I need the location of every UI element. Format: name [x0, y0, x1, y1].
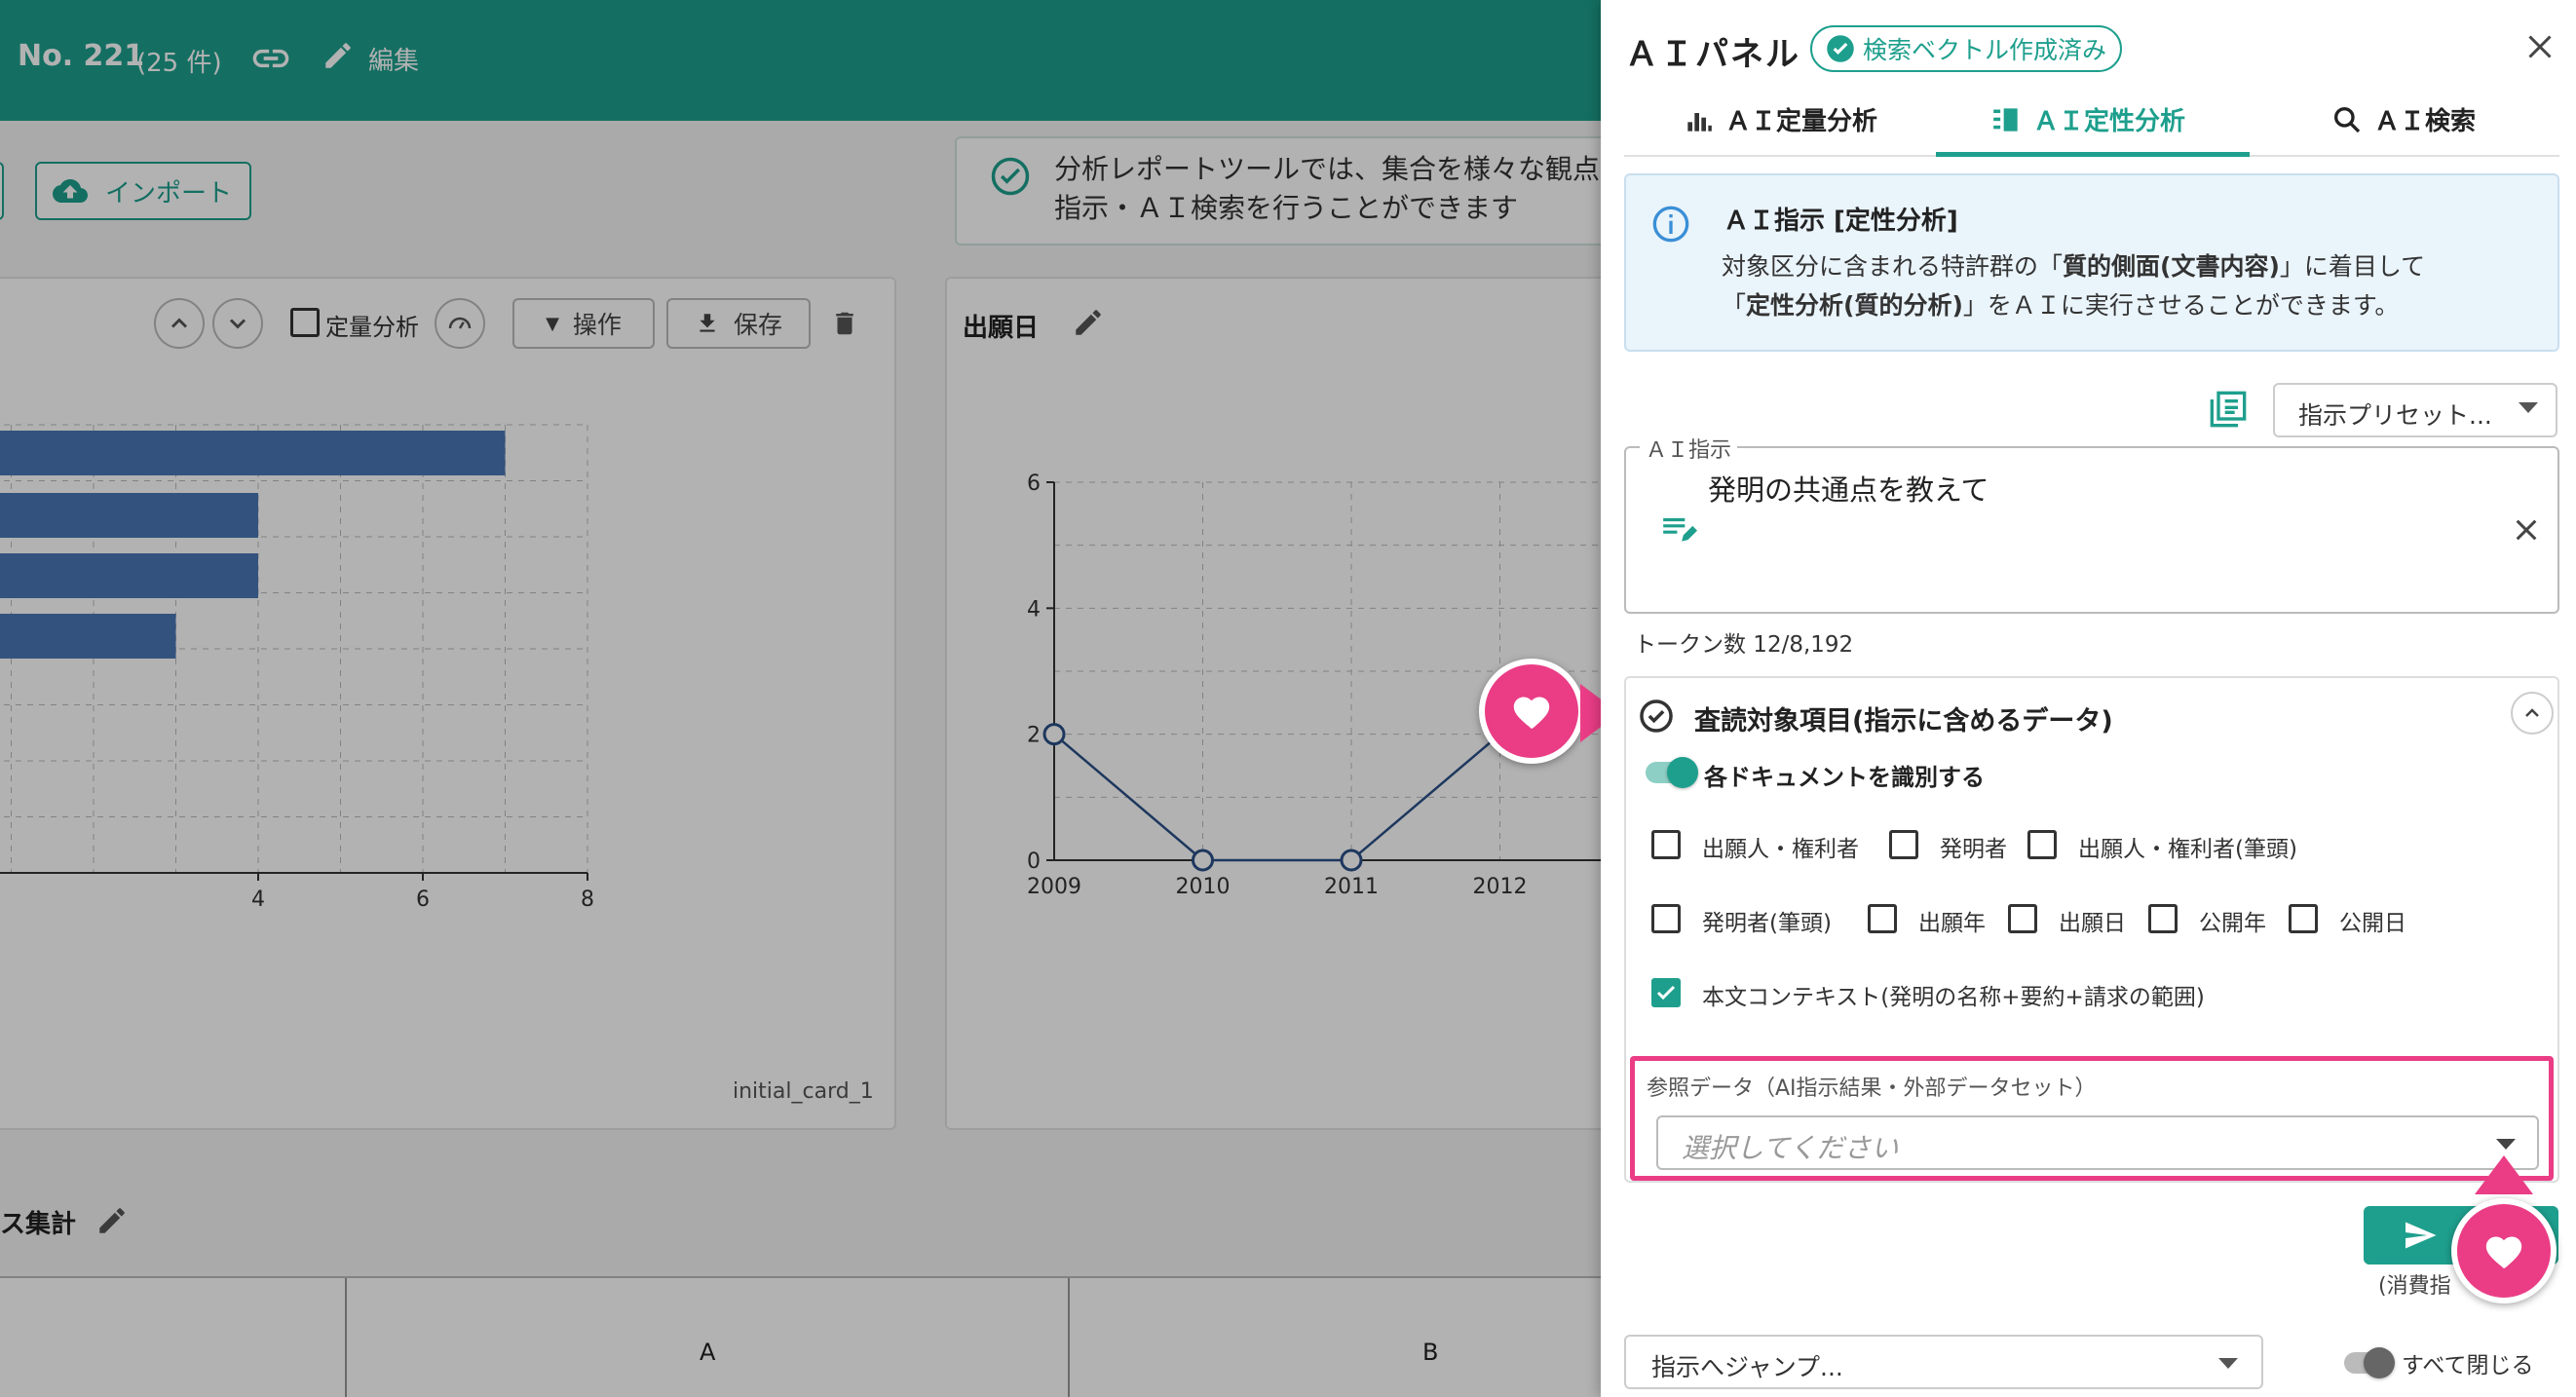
identify-toggle[interactable] [1646, 757, 1698, 788]
ref-data-legend: 参照データ（AI指示結果・外部データセット） [1647, 1076, 2097, 1101]
checkbox-first-applicant[interactable] [2027, 830, 2057, 859]
ai-panel: ＡＩパネル 検索ベクトル作成済み ＡＩ定量分析 ＡＩ定性分析 ＡＩ検索 ＡＩ指示… [1601, 0, 2576, 1397]
checkbox-label: 出願日 [2059, 911, 2126, 936]
checkbox-label: 本文コンテキスト(発明の名称+要約+請求の範囲) [1702, 985, 2205, 1010]
checkbox-filing-date[interactable] [2008, 904, 2037, 933]
tab-label: ＡＩ定量分析 [1725, 107, 1878, 136]
checkbox-inventor[interactable] [1889, 830, 1918, 859]
checkbox-label: 発明者(筆頭) [1702, 911, 1832, 936]
instruction-field[interactable]: ＡＩ指示 発明の共通点を教えて [1624, 433, 2559, 614]
info-line-2: 「定性分析(質的分析)」をＡＩに実行させることができます。 [1722, 291, 2400, 320]
info-box: ＡＩ指示 [定性分析] 対象区分に含まれる特許群の「質的側面(文書内容)」に着目… [1624, 173, 2559, 352]
review-title: 査読対象項目(指示に含めるデータ) [1694, 706, 2113, 736]
ref-data-select[interactable]: 選択してください [1656, 1115, 2539, 1170]
tab-quantitative[interactable]: ＡＩ定量分析 [1685, 101, 1877, 137]
jump-dropdown[interactable]: 指示へジャンプ... [1624, 1335, 2263, 1389]
ref-data-placeholder: 選択してください [1682, 1132, 1899, 1164]
info-line-1: 対象区分に含まれる特許群の「質的側面(文書内容)」に着目して [1722, 252, 2426, 281]
info-title: ＡＩ指示 [定性分析] [1724, 207, 1958, 236]
caret-down-icon [2519, 402, 2538, 413]
checkbox-label: 公開日 [2339, 911, 2406, 936]
preset-dropdown[interactable]: 指示プリセット... [2273, 383, 2557, 437]
badge-label: 検索ベクトル作成済み [1863, 36, 2107, 64]
checkbox-label: 出願人・権利者(筆頭) [2078, 837, 2297, 862]
jump-label: 指示へジャンプ... [1651, 1353, 1843, 1381]
consume-label: (消費指 [2378, 1274, 2451, 1299]
panel-title: ＡＩパネル [1625, 35, 1800, 74]
heart-marker-icon [1479, 659, 1584, 764]
review-items-panel: 査読対象項目(指示に含めるデータ) 各ドキュメントを識別する 出願人・権利者 発… [1624, 676, 2559, 1183]
checkbox-first-inventor[interactable] [1651, 904, 1681, 933]
close-all-label: すべて閉じる [2402, 1353, 2534, 1378]
tab-search[interactable]: ＡＩ検索 [2331, 101, 2476, 137]
checkbox-filing-year[interactable] [1868, 904, 1897, 933]
list-chart-icon [1993, 107, 2018, 132]
close-all-toggle[interactable] [2344, 1347, 2395, 1378]
close-panel-icon[interactable] [2522, 29, 2557, 68]
caret-down-icon [2218, 1358, 2238, 1369]
search-icon [2334, 106, 2361, 132]
toggle-label: 各ドキュメントを識別する [1704, 764, 1985, 791]
tab-label: ＡＩ検索 [2374, 107, 2477, 136]
tab-qualitative[interactable]: ＡＩ定性分析 [1990, 101, 2185, 137]
edit-notes-icon[interactable] [1659, 510, 1698, 551]
check-filled-icon [1827, 35, 1854, 62]
checkbox-label: 公開年 [2199, 911, 2266, 936]
checkbox-label: 出願年 [1918, 911, 1986, 936]
send-icon [2406, 1222, 2437, 1249]
active-tab-indicator [1936, 152, 2250, 157]
checkbox-label: 発明者 [1940, 837, 2007, 862]
check-circle-icon [1640, 699, 1673, 733]
heart-marker-icon [2451, 1198, 2557, 1303]
checkbox-applicant[interactable] [1651, 830, 1681, 859]
pointer-arrow-up [2475, 1155, 2533, 1194]
checkbox-pub-date[interactable] [2289, 904, 2318, 933]
checkbox-pub-year[interactable] [2148, 904, 2178, 933]
preset-label: 指示プリセット... [2298, 401, 2492, 430]
info-icon [1652, 206, 1689, 243]
checkbox-context[interactable] [1651, 978, 1681, 1007]
bar-chart-icon [1687, 112, 1712, 132]
instruction-legend: ＡＩ指示 [1640, 433, 1738, 464]
collapse-chevron-icon[interactable] [2511, 692, 2554, 735]
background-app: No. 221 (25 件) 編集 インポート 分析レポートツールでは、集合を様… [0, 0, 1601, 1397]
vector-status-badge: 検索ベクトル作成済み [1810, 25, 2123, 72]
modal-overlay[interactable] [0, 0, 1601, 1397]
instruction-text[interactable]: 発明の共通点を教えて [1708, 468, 1989, 509]
checkmark-icon [1656, 985, 1676, 1001]
library-icon[interactable] [2209, 390, 2248, 433]
tab-label: ＡＩ定性分析 [2033, 107, 2186, 136]
clear-instruction-icon[interactable] [2511, 514, 2542, 549]
highlight-frame: 参照データ（AI指示結果・外部データセット） 選択してください [1630, 1056, 2554, 1181]
checkbox-label: 出願人・権利者 [1702, 837, 1859, 862]
caret-down-icon [2496, 1139, 2516, 1150]
token-count: トークン数 12/8,192 [1634, 632, 1854, 658]
